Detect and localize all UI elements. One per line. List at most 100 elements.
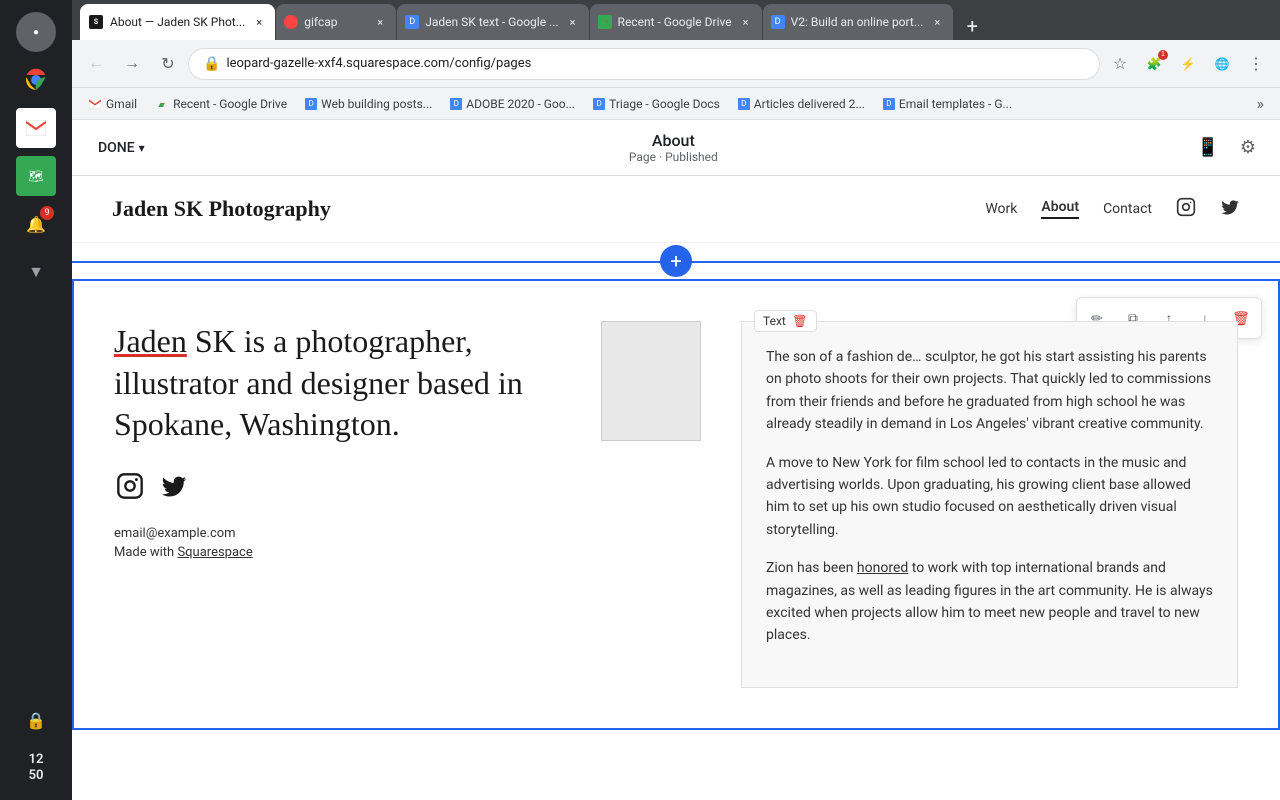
site-preview: Jaden SK Photography Work About Contact: [72, 176, 1280, 800]
add-section-bar: +: [72, 243, 1280, 279]
forward-button[interactable]: →: [116, 48, 148, 80]
lock-icon[interactable]: 🔒: [16, 700, 56, 740]
back-button[interactable]: ←: [80, 48, 112, 80]
reload-button[interactable]: ↻: [152, 48, 184, 80]
extension-button1[interactable]: 🧩 1: [1138, 48, 1170, 80]
url-text: leopard-gazelle-xxf4.squarespace.com/con…: [226, 56, 1085, 71]
nav-contact[interactable]: Contact: [1103, 201, 1152, 217]
site-header: Jaden SK Photography Work About Contact: [72, 176, 1280, 243]
tab-drive[interactable]: Recent - Google Drive ×: [590, 4, 762, 40]
tab-favicon-docs: D: [405, 15, 419, 29]
cms-toolbar-actions: 📱 ⚙: [1192, 132, 1264, 164]
tab-close-about[interactable]: ×: [251, 14, 267, 30]
gmail-bookmark-icon: [88, 97, 102, 111]
os-app-icon-top[interactable]: ●: [16, 12, 56, 52]
maps-icon[interactable]: 🗺: [16, 156, 56, 196]
add-section-button[interactable]: +: [660, 245, 692, 277]
bookmark-webbuilding[interactable]: D Web building posts...: [297, 93, 440, 115]
profile-image-placeholder: [601, 321, 701, 441]
drive-bookmark-icon: [155, 97, 169, 111]
new-tab-button[interactable]: +: [958, 12, 986, 40]
bookmark-drive-label: Recent - Google Drive: [173, 97, 287, 111]
bookmark-triage[interactable]: D Triage - Google Docs: [585, 93, 728, 115]
squarespace-link[interactable]: Squarespace: [177, 545, 252, 560]
instagram-link-icon[interactable]: [114, 470, 146, 502]
bookmark-email-templates-label: Email templates - G...: [899, 97, 1012, 111]
cms-page-title: About: [652, 131, 695, 150]
settings-button[interactable]: ⚙: [1232, 132, 1264, 164]
nav-work[interactable]: Work: [985, 201, 1017, 217]
cms-toolbar: DONE ▾ About Page · Published 📱 ⚙: [72, 120, 1280, 176]
tab-gifcap[interactable]: gifcap ×: [276, 4, 396, 40]
text-block[interactable]: Text 🗑 The son of a fashion de… sculptor…: [741, 321, 1238, 688]
tab-title-v2: V2: Build an online port...: [791, 15, 924, 29]
tab-favicon-about: S: [88, 14, 104, 30]
done-label: DONE: [98, 140, 135, 156]
bookmark-adobe[interactable]: D ADOBE 2020 - Goo...: [442, 93, 583, 115]
nav-instagram-icon[interactable]: [1176, 197, 1196, 222]
browser-window: S About — Jaden SK Phot... × gifcap × D …: [72, 0, 1280, 800]
honored-link[interactable]: honored: [857, 560, 908, 576]
tab-docs[interactable]: D Jaden SK text - Google ... ×: [397, 4, 588, 40]
site-nav: Work About Contact: [985, 197, 1240, 222]
bio-name: Jaden: [114, 323, 187, 359]
bookmark-adobe-label: ADOBE 2020 - Goo...: [466, 97, 575, 111]
nav-about[interactable]: About: [1041, 199, 1079, 219]
tab-bar: S About — Jaden SK Phot... × gifcap × D …: [72, 0, 1280, 40]
bio-paragraph-1: The son of a fashion de… sculptor, he go…: [766, 346, 1213, 436]
docs-bookmark-icon1: D: [305, 98, 317, 110]
tab-v2[interactable]: D V2: Build an online port... ×: [763, 4, 954, 40]
bookmark-gmail-label: Gmail: [106, 97, 137, 111]
secure-icon: 🔒: [203, 56, 220, 72]
tab-about[interactable]: S About — Jaden SK Phot... ×: [80, 4, 275, 40]
download-icon[interactable]: ▼: [16, 252, 56, 292]
docs-bookmark-icon5: D: [883, 98, 895, 110]
text-label-delete-button[interactable]: 🗑: [792, 313, 808, 329]
done-button[interactable]: DONE ▾: [88, 134, 155, 162]
address-actions: ☆ 🧩 1 ⚡ 🌐 ⋮: [1104, 48, 1272, 80]
twitter-link-icon[interactable]: [158, 470, 190, 502]
notification-icon[interactable]: 🔔 9: [16, 204, 56, 244]
made-with-text: Made with Squarespace: [114, 545, 561, 560]
tab-close-drive[interactable]: ×: [738, 14, 754, 30]
bookmarks-overflow-button[interactable]: »: [1249, 90, 1273, 117]
gmail-icon[interactable]: [16, 108, 56, 148]
cms-page-status: Page · Published: [629, 150, 718, 164]
site-logo: Jaden SK Photography: [112, 196, 331, 222]
bookmark-button[interactable]: ☆: [1104, 48, 1136, 80]
cms-title-area: About Page · Published: [171, 131, 1176, 164]
menu-button[interactable]: ⋮: [1240, 48, 1272, 80]
bio-heading: Jaden SK is a photographer, illustrator …: [114, 321, 561, 446]
bookmark-drive[interactable]: Recent - Google Drive: [147, 93, 295, 115]
left-column: Jaden SK is a photographer, illustrator …: [114, 321, 561, 688]
mobile-preview-button[interactable]: 📱: [1192, 132, 1224, 164]
contact-email: email@example.com: [114, 526, 561, 541]
tab-title-docs: Jaden SK text - Google ...: [425, 15, 558, 29]
extension-button3[interactable]: 🌐: [1206, 48, 1238, 80]
tab-favicon-gifcap: [284, 15, 298, 29]
bio-paragraph-3: Zion has been honored to work with top i…: [766, 557, 1213, 647]
text-block-label: Text 🗑: [754, 310, 817, 332]
tab-close-v2[interactable]: ×: [929, 14, 945, 30]
extension-button2[interactable]: ⚡: [1172, 48, 1204, 80]
docs-bookmark-icon4: D: [738, 98, 750, 110]
nav-twitter-icon[interactable]: [1220, 197, 1240, 222]
tab-close-gifcap[interactable]: ×: [372, 14, 388, 30]
chrome-icon[interactable]: [16, 60, 56, 100]
url-bar[interactable]: 🔒 leopard-gazelle-xxf4.squarespace.com/c…: [188, 48, 1100, 80]
docs-bookmark-icon2: D: [450, 98, 462, 110]
bookmark-gmail[interactable]: Gmail: [80, 93, 145, 115]
done-chevron-icon: ▾: [139, 141, 145, 155]
content-section: ✏ ⧉ ↑ ↓ 🗑 Jaden SK is a photographer, il…: [72, 279, 1280, 730]
tab-favicon-drive: [598, 15, 612, 29]
bookmarks-bar: Gmail Recent - Google Drive D Web buildi…: [72, 88, 1280, 120]
tab-close-docs[interactable]: ×: [565, 14, 581, 30]
os-sidebar: ● 🗺 🔔 9 ▼ 🔒 12 50: [0, 0, 72, 800]
social-icons: [114, 470, 561, 502]
bio-paragraph-2: A move to New York for film school led t…: [766, 452, 1213, 542]
contact-info: email@example.com Made with Squarespace: [114, 526, 561, 560]
address-bar: ← → ↻ 🔒 leopard-gazelle-xxf4.squarespace…: [72, 40, 1280, 88]
tab-title-about: About — Jaden SK Phot...: [110, 15, 245, 29]
bookmark-email-templates[interactable]: D Email templates - G...: [875, 93, 1020, 115]
bookmark-articles[interactable]: D Articles delivered 2...: [730, 93, 873, 115]
